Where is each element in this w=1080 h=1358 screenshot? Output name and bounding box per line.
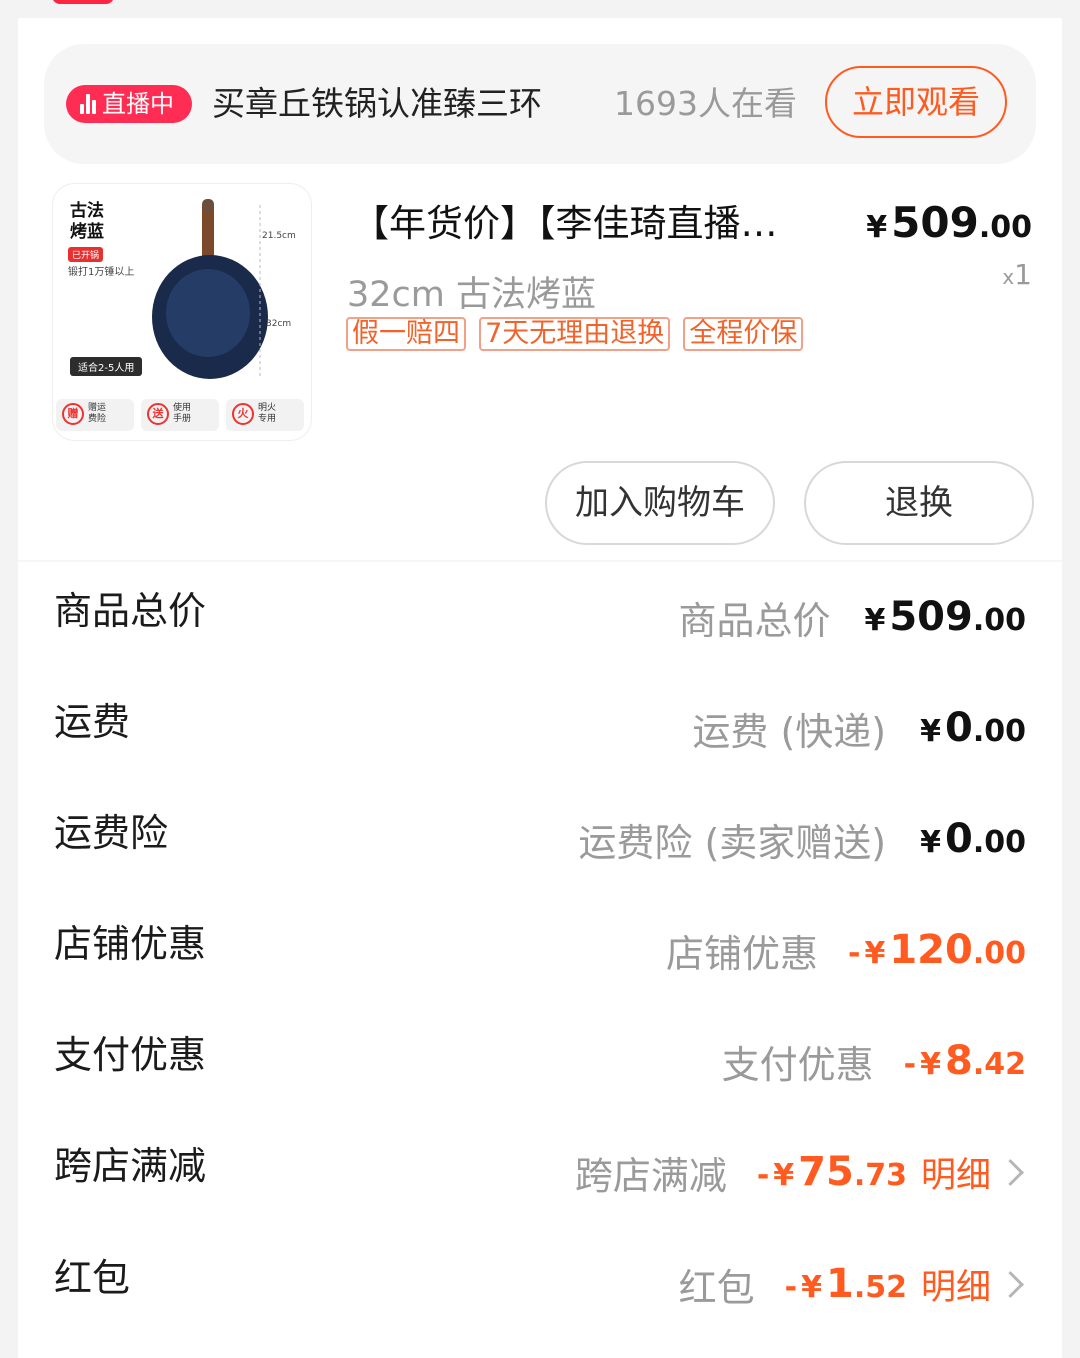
live-badge: 直播中 [66,85,192,123]
summary-sub-label: 运费险 (卖家赠送) [578,820,887,865]
product-price: ¥509.00 [866,198,1032,247]
image-feature: 火 明火 专用 [226,399,304,431]
add-to-cart-button[interactable]: 加入购物车 [545,461,775,545]
divider [18,560,1062,562]
summary-row-payment-discount: 支付优惠 支付优惠 - ¥8.42 [18,1025,1062,1135]
live-title: 买章丘铁锅认准臻三环 [212,84,542,123]
summary-label: 店铺优惠 [54,922,207,966]
summary-label: 红包 [54,1256,131,1300]
summary-label: 运费 [54,700,131,744]
image-title: 古法 烤蓝 [70,201,104,242]
image-dim-pan: 32cm [266,319,292,329]
summary-amount: ¥0.00 [920,816,1026,862]
summary-row-cross-store-discount[interactable]: 跨店满减 跨店满减 - ¥75.73 明细 [18,1136,1062,1246]
detail-link[interactable]: 明细 [921,1147,991,1198]
summary-sub-label: 红包 [678,1265,755,1310]
summary-label: 支付优惠 [54,1033,207,1077]
summary-amount: - ¥8.42 [903,1038,1026,1084]
live-viewer-count: 1693人在看 [614,84,797,123]
flame-icon: 火 [232,403,254,425]
return-exchange-button[interactable]: 退换 [804,461,1034,545]
top-status-strip [0,0,1080,18]
product-spec: 32cm 古法烤蓝 [347,275,596,315]
summary-label: 跨店满减 [54,1144,207,1188]
live-banner[interactable]: 直播中 买章丘铁锅认准臻三环 1693人在看 立即观看 [44,44,1036,164]
summary-row-red-packet[interactable]: 红包 红包 - ¥1.52 明细 [18,1248,1062,1358]
summary-amount: - ¥1.52 [784,1261,907,1307]
product-image[interactable]: 古法 烤蓝 已开锅 锻打1万锤以上 21.5cm 32cm 适合2-5人用 赠 … [52,183,312,441]
summary-row-shipping-insurance: 运费险 运费险 (卖家赠送) ¥0.00 [18,803,1062,913]
summary-right: 运费险 (卖家赠送) ¥0.00 [578,809,1026,869]
image-forge-text: 锻打1万锤以上 [68,267,135,278]
summary-sub-label: 商品总价 [678,598,831,643]
image-dim-handle: 21.5cm [262,231,296,241]
watch-now-button[interactable]: 立即观看 [825,66,1007,138]
live-bars-icon [80,94,96,114]
service-tag: 7天无理由退换 [479,317,671,351]
summary-label: 商品总价 [54,589,207,633]
summary-sub-label: 店铺优惠 [666,931,819,976]
summary-amount: - ¥120.00 [848,927,1026,973]
gift-icon: 赠 [62,403,84,425]
summary-row-store-discount: 店铺优惠 店铺优惠 - ¥120.00 [18,914,1062,1024]
summary-amount: - ¥75.73 [756,1149,907,1195]
summary-sub-label: 运费 (快递) [692,709,887,754]
summary-right: 支付优惠 - ¥8.42 [722,1031,1026,1091]
summary-row-item-total: 商品总价 商品总价 ¥509.00 [18,581,1062,691]
chevron-right-icon[interactable] [997,1270,1024,1298]
image-suitable: 适合2-5人用 [70,357,143,376]
image-feature: 送 使用 手册 [141,399,219,431]
summary-right: 店铺优惠 - ¥120.00 [666,920,1026,980]
order-card: 直播中 买章丘铁锅认准臻三环 1693人在看 立即观看 古法 烤蓝 已开锅 锻打… [18,18,1062,1358]
summary-right: 红包 - ¥1.52 明细 [679,1254,1026,1314]
send-icon: 送 [147,403,169,425]
product-quantity: x1 [1002,258,1032,291]
summary-right: 运费 (快递) ¥0.00 [692,698,1026,758]
brand-mark [52,0,114,4]
service-tags: 假一赔四 7天无理由退换 全程价保 [346,317,811,351]
product-title[interactable]: 【年货价】【李佳琦直播… [352,198,842,250]
summary-row-shipping: 运费 运费 (快递) ¥0.00 [18,692,1062,802]
service-tag: 假一赔四 [346,317,466,351]
service-tag: 全程价保 [683,317,804,351]
wok-illustration [152,199,268,379]
image-feature: 赠 赠运 费险 [56,399,134,431]
summary-sub-label: 跨店满减 [574,1153,727,1198]
live-badge-label: 直播中 [102,90,174,118]
summary-amount: ¥0.00 [920,705,1026,751]
summary-label: 运费险 [54,811,169,855]
summary-right: 商品总价 ¥509.00 [678,587,1026,647]
summary-sub-label: 支付优惠 [721,1042,874,1087]
detail-link[interactable]: 明细 [921,1259,991,1310]
summary-amount: ¥509.00 [864,594,1026,640]
summary-right: 跨店满减 - ¥75.73 明细 [575,1142,1026,1202]
chevron-right-icon[interactable] [997,1158,1024,1186]
image-open-tag: 已开锅 [68,247,104,262]
